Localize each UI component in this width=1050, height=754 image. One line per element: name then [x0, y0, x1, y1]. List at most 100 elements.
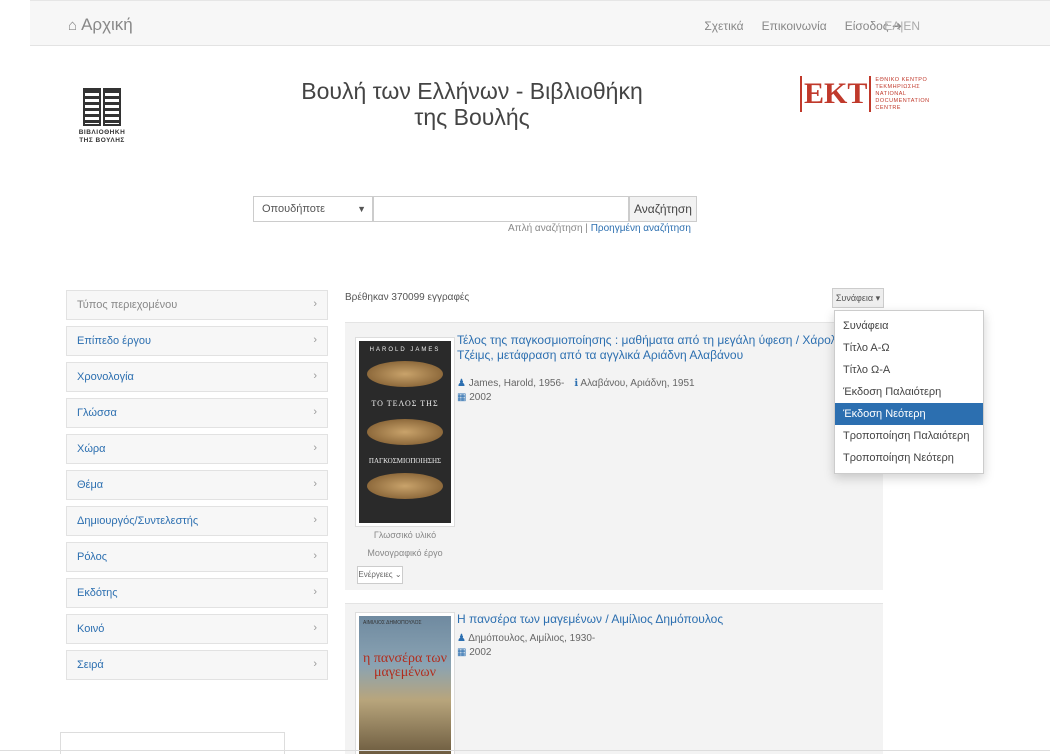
result-count: Βρέθηκαν 370099 εγγραφές [345, 292, 470, 303]
result-year: ▦ 2002 [457, 392, 491, 403]
facet-label: Θέμα [77, 479, 104, 491]
chevron-right-icon: › [313, 550, 317, 562]
facet-country[interactable]: Χώρα › [66, 434, 328, 464]
footer-divider [0, 750, 1050, 754]
home-icon: ⌂ [68, 16, 78, 34]
facet-label: Γλώσσα [77, 407, 117, 419]
globe-image [367, 419, 443, 445]
sort-option-modified-newest[interactable]: Τροποποίηση Νεότερη [835, 447, 983, 469]
chevron-right-icon: › [313, 370, 317, 382]
year-value: 2002 [469, 647, 492, 658]
author-entry[interactable]: ♟ Δημόπουλος, Αιμίλιος, 1930- [457, 633, 595, 644]
nav-contact[interactable]: Επικοινωνία [762, 19, 827, 33]
facet-label: Κοινό [77, 623, 105, 635]
top-navbar: ⌂ Αρχική Σχετικά Επικοινωνία Είσοδος ➜ Ε… [30, 0, 1050, 46]
chevron-right-icon: › [313, 622, 317, 634]
cover-title: η πανσέρα των μαγεμένων [363, 651, 447, 680]
facet-label: Χώρα [77, 443, 106, 455]
contributor-name: Αλαβάνου, Αριάδνη, 1951 [580, 378, 695, 389]
facet-content-type[interactable]: Τύπος περιεχομένου › [66, 290, 328, 320]
result-title-link[interactable]: Η πανσέρα των μαγεμένων / Αιμίλιος Δημόπ… [457, 612, 877, 627]
facet-publisher[interactable]: Εκδότης › [66, 578, 328, 608]
library-logo-caption: ΒΙΒΛΙΟΘΗΚΗ ΤΗΣ ΒΟΥΛΗΣ [78, 129, 126, 144]
caret-down-icon: ▼ [357, 204, 366, 214]
sort-option-modified-oldest[interactable]: Τροποποίηση Παλαιότερη [835, 425, 983, 447]
facet-date[interactable]: Χρονολογία › [66, 362, 328, 392]
book-cover[interactable]: ΑΙΜΙΛΙΟΣ ΔΗΜΟΠΟΥΛΟΣ η πανσέρα των μαγεμέ… [355, 612, 455, 754]
result-creators: ♟ Δημόπουλος, Αιμίλιος, 1930- [457, 633, 595, 644]
search-scope-select[interactable]: Οπουδήποτε ▼ [253, 196, 373, 222]
simple-search-link[interactable]: Απλή αναζήτηση [508, 223, 583, 234]
work-level: Μονογραφικό έργο [367, 548, 443, 558]
facet-label: Τύπος περιεχομένου [77, 299, 178, 311]
contributor-entry[interactable]: ℹ Αλαβάνου, Αριάδνη, 1951 [574, 378, 694, 389]
facet-label: Σειρά [77, 659, 104, 671]
sort-option-relevance[interactable]: Συνάφεια [835, 315, 983, 337]
actions-dropdown-button[interactable]: Ενέργειες ⌄ [357, 566, 403, 584]
facet-subject[interactable]: Θέμα › [66, 470, 328, 500]
result-year: ▦ 2002 [457, 647, 491, 658]
ekt-mark: ΕΚΤ [800, 76, 872, 112]
facet-language[interactable]: Γλώσσα › [66, 398, 328, 428]
caret-down-icon: ▾ [875, 293, 881, 303]
book-cover[interactable]: HAROLD JAMES ΤΟ ΤΕΛΟΣ ΤΗΣ ΠΑΓΚΟΣΜΙΟΠΟΙΗΣ… [355, 337, 455, 527]
advanced-search-link[interactable]: Προηγμένη αναζήτηση [591, 223, 691, 234]
facet-role[interactable]: Ρόλος › [66, 542, 328, 572]
home-link[interactable]: ⌂ Αρχική [68, 15, 133, 35]
sort-option-date-oldest[interactable]: Έκδοση Παλαιότερη [835, 381, 983, 403]
page-title: Βουλή των Ελλήνων - Βιβλιοθήκη της Βουλή… [301, 78, 643, 130]
facet-series[interactable]: Σειρά › [66, 650, 328, 680]
sort-option-title-za[interactable]: Τίτλο Ω-Α [835, 359, 983, 381]
calendar-icon: ▦ [457, 392, 467, 403]
chevron-right-icon: › [313, 406, 317, 418]
year-value: 2002 [469, 392, 492, 403]
language-switch[interactable]: ΕΛ|EN [884, 19, 920, 33]
globe-image [367, 473, 443, 499]
chevron-right-icon: › [313, 514, 317, 526]
facet-work-level[interactable]: Επίπεδο έργου › [66, 326, 328, 356]
library-logo[interactable]: ΒΙΒΛΙΟΘΗΚΗ ΤΗΣ ΒΟΥΛΗΣ [72, 88, 132, 152]
search-input[interactable] [373, 196, 629, 222]
actions-label: Ενέργειες [358, 570, 393, 579]
chevron-right-icon: › [313, 334, 317, 346]
author-entry[interactable]: ♟ James, Harold, 1956- [457, 378, 564, 389]
author-name: Δημόπουλος, Αιμίλιος, 1930- [468, 633, 596, 644]
chevron-right-icon: › [313, 478, 317, 490]
chevron-right-icon: › [313, 586, 317, 598]
facet-label: Χρονολογία [77, 371, 134, 383]
search-scope-value: Οπουδήποτε [262, 203, 326, 215]
facet-label: Δημιουργός/Συντελεστής [77, 515, 199, 527]
ekt-caption: ΕΘΝΙΚΟ ΚΕΝΤΡΟ ΤΕΚΜΗΡΙΩΣΗΣ NATIONAL DOCUM… [875, 76, 930, 111]
sort-option-title-az[interactable]: Τίτλο Α-Ω [835, 337, 983, 359]
nav-login-label: Είσοδος [844, 19, 889, 33]
globe-image [367, 361, 443, 387]
cover-title-1: ΤΟ ΤΕΛΟΣ ΤΗΣ [371, 399, 439, 408]
search-button[interactable]: Αναζήτηση [629, 196, 697, 222]
facet-audience[interactable]: Κοινό › [66, 614, 328, 644]
author-name: James, Harold, 1956- [468, 378, 565, 389]
nav-links: Σχετικά Επικοινωνία Είσοδος ➜ [704, 19, 902, 33]
cover-author: HAROLD JAMES [369, 347, 441, 353]
user-icon: ♟ [457, 633, 466, 644]
cover-title-2: ΠΑΓΚΟΣΜΙΟΠΟΙΗΣΗΣ [368, 457, 442, 465]
material-type: Γλωσσικό υλικό [373, 530, 437, 540]
home-label: Αρχική [81, 15, 133, 34]
facet-creator[interactable]: Δημιουργός/Συντελεστής › [66, 506, 328, 536]
search-mode-links: Απλή αναζήτηση | Προηγμένη αναζήτηση [508, 223, 691, 234]
nav-about[interactable]: Σχετικά [704, 19, 743, 33]
facet-sidebar: Τύπος περιεχομένου › Επίπεδο έργου › Χρονο… [66, 290, 328, 686]
result-item: HAROLD JAMES ΤΟ ΤΕΛΟΣ ΤΗΣ ΠΑΓΚΟΣΜΙΟΠΟΙΗΣ… [345, 322, 883, 590]
result-title-link[interactable]: Τέλος της παγκοσμιοποίησης : μαθήματα απ… [457, 333, 877, 363]
ekt-logo[interactable]: ΕΚΤ ΕΘΝΙΚΟ ΚΕΝΤΡΟ ΤΕΚΜΗΡΙΩΣΗΣ NATIONAL D… [800, 76, 930, 112]
info-icon: ℹ [574, 378, 579, 389]
result-item: ΑΙΜΙΛΙΟΣ ΔΗΜΟΠΟΥΛΟΣ η πανσέρα των μαγεμέ… [345, 603, 883, 754]
user-icon: ♟ [457, 378, 466, 389]
cover-author: ΑΙΜΙΛΙΟΣ ΔΗΜΟΠΟΥΛΟΣ [363, 620, 422, 626]
sort-option-date-newest[interactable]: Έκδοση Νεότερη [835, 403, 983, 425]
search-links-separator: | [585, 223, 588, 234]
chevron-right-icon: › [313, 298, 317, 310]
sort-button[interactable]: Συνάφεια ▾ [832, 288, 884, 308]
caret-down-icon: ⌄ [394, 570, 402, 579]
chevron-right-icon: › [313, 442, 317, 454]
sort-dropdown-menu: Συνάφεια Τίτλο Α-Ω Τίτλο Ω-Α Έκδοση Παλα… [834, 310, 984, 474]
